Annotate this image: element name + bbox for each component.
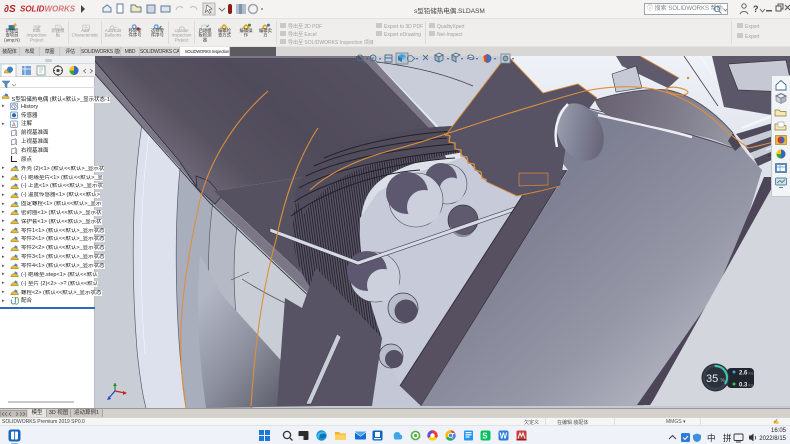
- svg-text:▾: ▾: [494, 56, 496, 61]
- svg-text:0.3: 0.3: [739, 383, 748, 389]
- svg-text:▾: ▾: [416, 56, 418, 61]
- svg-text:S: S: [482, 432, 488, 441]
- svg-text:▾: ▾: [461, 56, 463, 61]
- svg-text:K/s: K/s: [749, 384, 754, 388]
- svg-text:A: A: [12, 122, 16, 128]
- svg-text:35: 35: [706, 373, 718, 385]
- svg-text:W: W: [500, 432, 508, 441]
- svg-text:▾: ▾: [512, 56, 514, 61]
- svg-text:▾: ▾: [447, 56, 449, 61]
- svg-text:2.6: 2.6: [739, 371, 748, 377]
- svg-text:拼: 拼: [723, 433, 732, 443]
- svg-text:中: 中: [707, 433, 716, 443]
- svg-text:?: ?: [753, 4, 759, 14]
- svg-text:∂S: ∂S: [4, 4, 16, 15]
- svg-text:▾: ▾: [379, 56, 381, 61]
- svg-text:SOLIDWORKS: SOLIDWORKS: [20, 5, 76, 14]
- svg-text:K/s: K/s: [749, 372, 754, 376]
- svg-text:▾: ▾: [476, 56, 478, 61]
- svg-text:%: %: [721, 378, 726, 384]
- svg-text:▾: ▾: [366, 56, 368, 61]
